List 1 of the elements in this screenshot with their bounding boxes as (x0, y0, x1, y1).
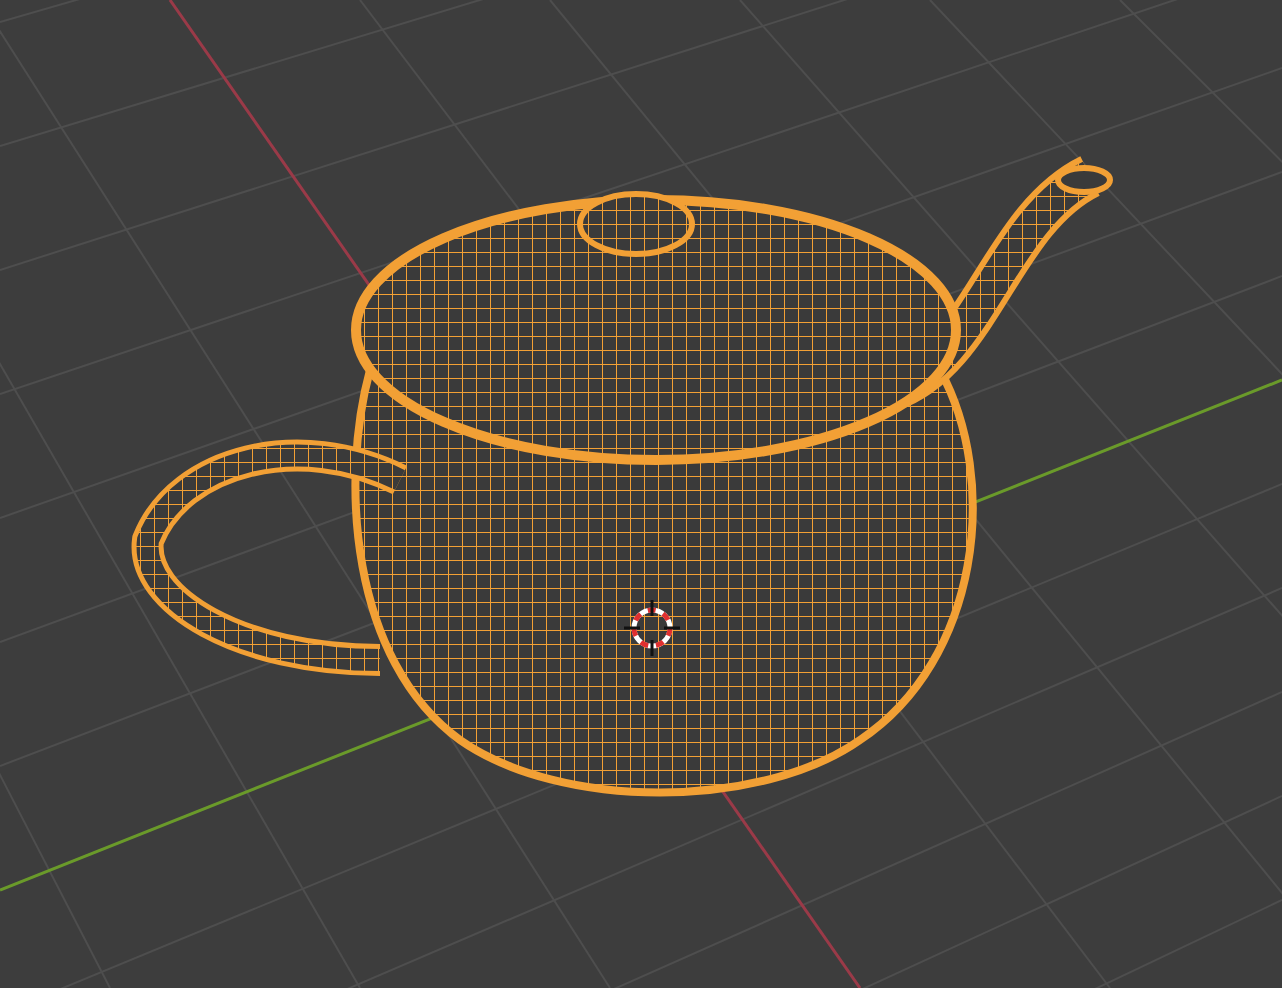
cursor-icon (622, 598, 682, 658)
